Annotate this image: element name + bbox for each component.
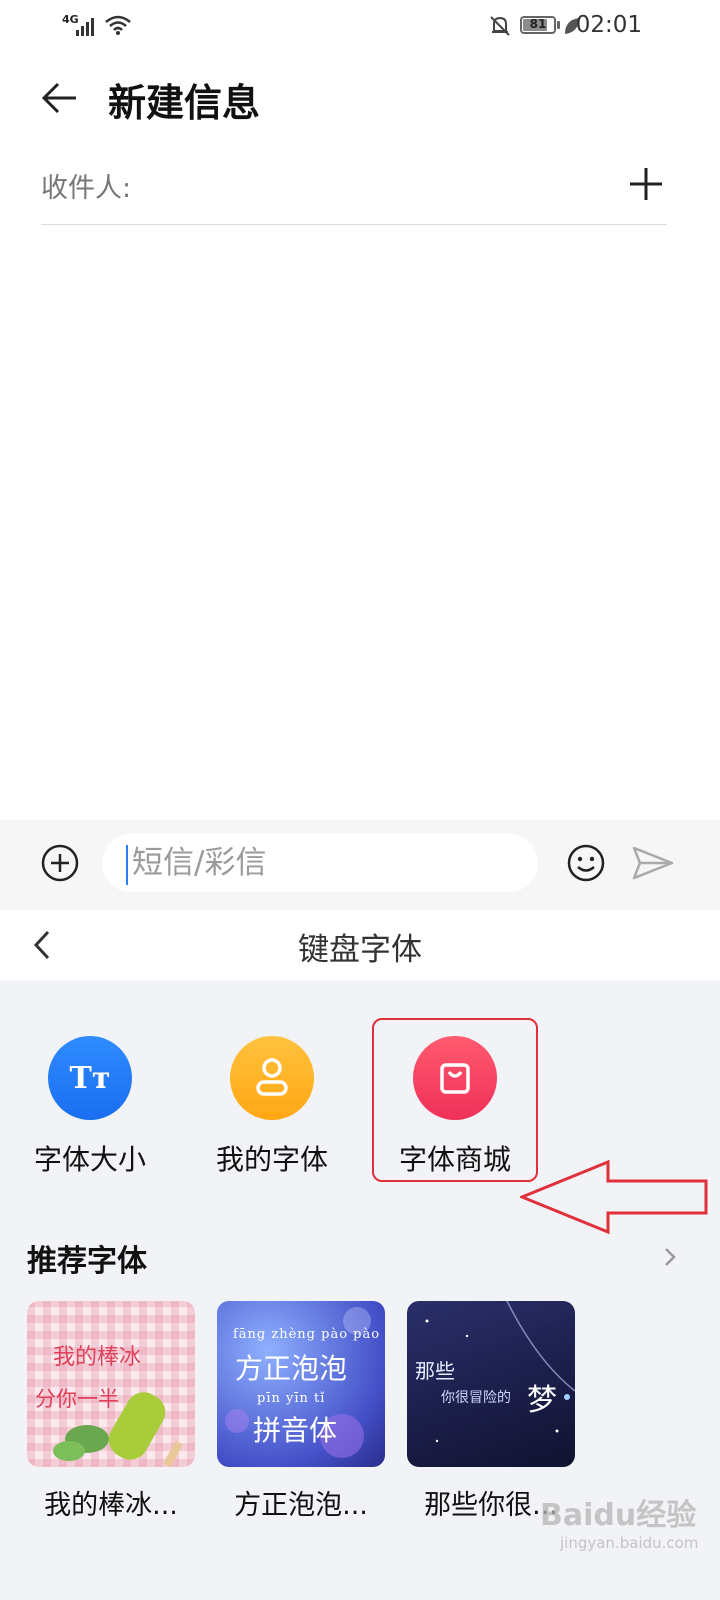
watermark-url: jingyan.baidu.com: [560, 1534, 699, 1552]
chevron-right-icon[interactable]: [660, 1244, 680, 1270]
battery-icon: 81: [520, 16, 556, 34]
status-bar: 4G 81 02:01: [0, 0, 720, 54]
font-card-name: 我的棒冰...: [44, 1490, 178, 1521]
battery-level: 81: [529, 17, 547, 31]
text-cursor: [126, 845, 128, 885]
font-card-name: 方正泡泡...: [234, 1490, 368, 1521]
font-preview-image: 那些 你很冒险的 梦: [407, 1301, 575, 1467]
pointer-arrow-annotation: [520, 1160, 708, 1234]
font-size-option[interactable]: Tт 字体大小: [5, 1036, 175, 1178]
preview-text: 梦: [527, 1383, 557, 1418]
signal-icon: [76, 18, 94, 36]
font-preview-image: fāng zhèng pào pào 方正泡泡 pīn yīn tǐ 拼音体: [217, 1301, 385, 1467]
font-size-icon: Tт: [48, 1036, 132, 1120]
popsicle-illustration: [53, 1392, 183, 1467]
preview-text: 方正泡泡: [235, 1352, 348, 1385]
preview-text: pīn yīn tǐ: [257, 1391, 326, 1406]
battery-tip: [557, 21, 560, 29]
recipient-divider: [41, 224, 667, 225]
highlight-box: [372, 1018, 538, 1182]
font-size-label: 字体大小: [33, 1143, 146, 1176]
recipient-label[interactable]: 收件人:: [41, 166, 131, 205]
emoji-button[interactable]: [566, 843, 606, 883]
add-attachment-button[interactable]: [40, 843, 80, 883]
preview-text: 我的棒冰: [53, 1345, 142, 1370]
person-icon: [230, 1036, 314, 1120]
page-title: 新建信息: [108, 81, 261, 125]
message-input[interactable]: [102, 834, 538, 892]
font-card[interactable]: 那些 你很冒险的 梦 那些你很...: [407, 1301, 575, 1522]
clock: 02:01: [575, 12, 642, 38]
bell-off-icon: [490, 16, 510, 36]
svg-text:Tт: Tт: [70, 1061, 111, 1096]
watermark: Baidu经验: [540, 1498, 697, 1533]
wifi-icon: [105, 15, 131, 35]
back-arrow-icon[interactable]: [40, 78, 80, 118]
preview-text: 你很冒险的: [441, 1390, 511, 1406]
my-fonts-label: 我的字体: [215, 1143, 328, 1176]
preview-text: 那些: [415, 1359, 455, 1383]
font-preview-image: 我的棒冰 分你一半: [27, 1301, 195, 1467]
send-button[interactable]: [632, 845, 674, 881]
my-fonts-option[interactable]: 我的字体: [187, 1036, 357, 1178]
preview-text: fāng zhèng pào pào: [233, 1327, 381, 1342]
preview-text: 拼音体: [253, 1414, 338, 1447]
add-recipient-button[interactable]: [626, 164, 666, 204]
font-panel-title: 键盘字体: [298, 932, 422, 968]
font-card[interactable]: 我的棒冰 分你一半 我的棒冰...: [27, 1301, 195, 1522]
font-card[interactable]: fāng zhèng pào pào 方正泡泡 pīn yīn tǐ 拼音体 方…: [217, 1301, 385, 1522]
recommended-fonts-title: 推荐字体: [27, 1244, 147, 1279]
